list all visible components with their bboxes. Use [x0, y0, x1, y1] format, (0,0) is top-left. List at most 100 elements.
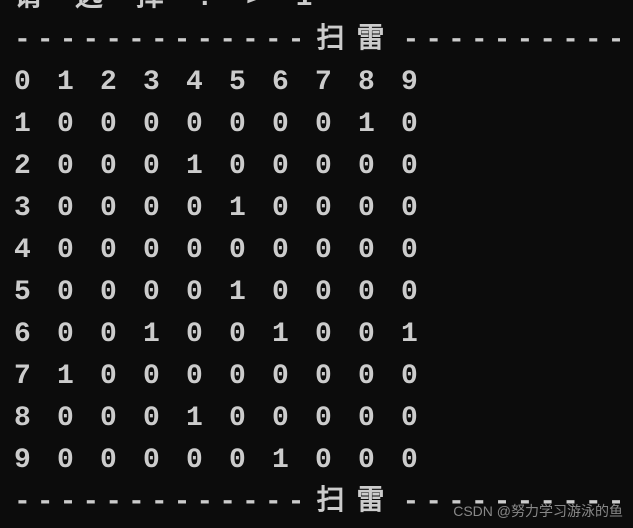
grid-cell: 0 [143, 398, 186, 440]
divider-dash-left: ------------- [14, 25, 310, 56]
grid-cell: 0 [272, 272, 315, 314]
divider-title: 扫雷 [310, 487, 402, 518]
grid-cell: 0 [401, 146, 444, 188]
grid-cell: 0 [143, 272, 186, 314]
grid-cell: 0 [229, 440, 272, 482]
grid-header-cell: 4 [186, 62, 229, 104]
grid-row-label: 6 [14, 314, 57, 356]
grid-row-label: 5 [14, 272, 57, 314]
grid-row: 9000001000 [14, 440, 619, 482]
grid-cell: 0 [186, 230, 229, 272]
grid-cell: 0 [272, 230, 315, 272]
grid-cell: 0 [401, 230, 444, 272]
prompt-text: 请 选 择 : > 1 [14, 0, 619, 20]
grid-cell: 0 [57, 146, 100, 188]
grid-cell: 0 [401, 188, 444, 230]
grid-cell: 0 [358, 230, 401, 272]
grid-row-label: 3 [14, 188, 57, 230]
grid-cell: 0 [401, 104, 444, 146]
grid-header-cell: 8 [358, 62, 401, 104]
grid-header-cell: 1 [57, 62, 100, 104]
watermark: CSDN @努力学习游泳的鱼 [453, 501, 623, 522]
grid-cell: 0 [358, 314, 401, 356]
grid-cell: 1 [186, 398, 229, 440]
grid-cell: 0 [272, 188, 315, 230]
grid-header-row: 0123456789 [14, 62, 619, 104]
grid-cell: 1 [186, 146, 229, 188]
grid-cell: 0 [315, 272, 358, 314]
grid-cell: 0 [229, 356, 272, 398]
grid-row: 8000100000 [14, 398, 619, 440]
grid-cell: 0 [272, 146, 315, 188]
divider-dash-right: ------------- [402, 25, 633, 56]
grid-cell: 0 [100, 314, 143, 356]
grid-row-label: 4 [14, 230, 57, 272]
grid-cell: 0 [100, 356, 143, 398]
grid-row: 7100000000 [14, 356, 619, 398]
grid-row: 3000010000 [14, 188, 619, 230]
grid-cell: 0 [358, 188, 401, 230]
grid-cell: 0 [358, 398, 401, 440]
grid-cell: 1 [143, 314, 186, 356]
grid-cell: 0 [315, 188, 358, 230]
grid-header-cell: 5 [229, 62, 272, 104]
grid-row-label: 9 [14, 440, 57, 482]
grid-cell: 0 [100, 272, 143, 314]
grid-row: 4000000000 [14, 230, 619, 272]
grid-row-label: 2 [14, 146, 57, 188]
grid-cell: 0 [57, 314, 100, 356]
grid-cell: 0 [401, 356, 444, 398]
grid-cell: 0 [229, 146, 272, 188]
minesweeper-grid: 0123456789 10000000102000100000300001000… [14, 62, 619, 482]
grid-cell: 0 [100, 230, 143, 272]
grid-header-cell: 9 [401, 62, 444, 104]
grid-row: 6001001001 [14, 314, 619, 356]
grid-cell: 0 [186, 272, 229, 314]
grid-cell: 1 [229, 272, 272, 314]
grid-cell: 1 [358, 104, 401, 146]
grid-cell: 0 [315, 440, 358, 482]
grid-cell: 0 [100, 440, 143, 482]
grid-cell: 0 [100, 104, 143, 146]
grid-cell: 0 [57, 104, 100, 146]
grid-cell: 0 [143, 104, 186, 146]
grid-row-label: 1 [14, 104, 57, 146]
grid-cell: 0 [143, 146, 186, 188]
grid-cell: 0 [315, 104, 358, 146]
grid-cell: 0 [315, 356, 358, 398]
grid-header-cell: 2 [100, 62, 143, 104]
grid-cell: 0 [186, 104, 229, 146]
grid-cell: 0 [100, 188, 143, 230]
grid-cell: 1 [272, 440, 315, 482]
divider-top: -------------扫雷------------- [14, 20, 619, 62]
grid-cell: 0 [143, 356, 186, 398]
grid-header-cell: 0 [14, 62, 57, 104]
grid-row-label: 8 [14, 398, 57, 440]
grid-header-cell: 7 [315, 62, 358, 104]
divider-dash-left: ------------- [14, 487, 310, 518]
grid-cell: 0 [315, 398, 358, 440]
grid-cell: 0 [315, 146, 358, 188]
grid-cell: 0 [57, 440, 100, 482]
grid-cell: 0 [186, 188, 229, 230]
grid-cell: 0 [358, 440, 401, 482]
grid-cell: 0 [100, 398, 143, 440]
grid-cell: 0 [272, 104, 315, 146]
grid-cell: 0 [272, 356, 315, 398]
grid-cell: 0 [358, 356, 401, 398]
grid-row: 1000000010 [14, 104, 619, 146]
grid-cell: 0 [143, 188, 186, 230]
grid-cell: 0 [358, 146, 401, 188]
grid-cell: 0 [229, 398, 272, 440]
grid-row: 5000010000 [14, 272, 619, 314]
grid-header-cell: 3 [143, 62, 186, 104]
grid-cell: 0 [229, 104, 272, 146]
grid-cell: 1 [401, 314, 444, 356]
grid-cell: 0 [186, 314, 229, 356]
grid-cell: 0 [100, 146, 143, 188]
grid-cell: 0 [57, 230, 100, 272]
grid-cell: 1 [272, 314, 315, 356]
grid-cell: 0 [57, 188, 100, 230]
grid-cell: 0 [57, 398, 100, 440]
grid-cell: 0 [401, 440, 444, 482]
